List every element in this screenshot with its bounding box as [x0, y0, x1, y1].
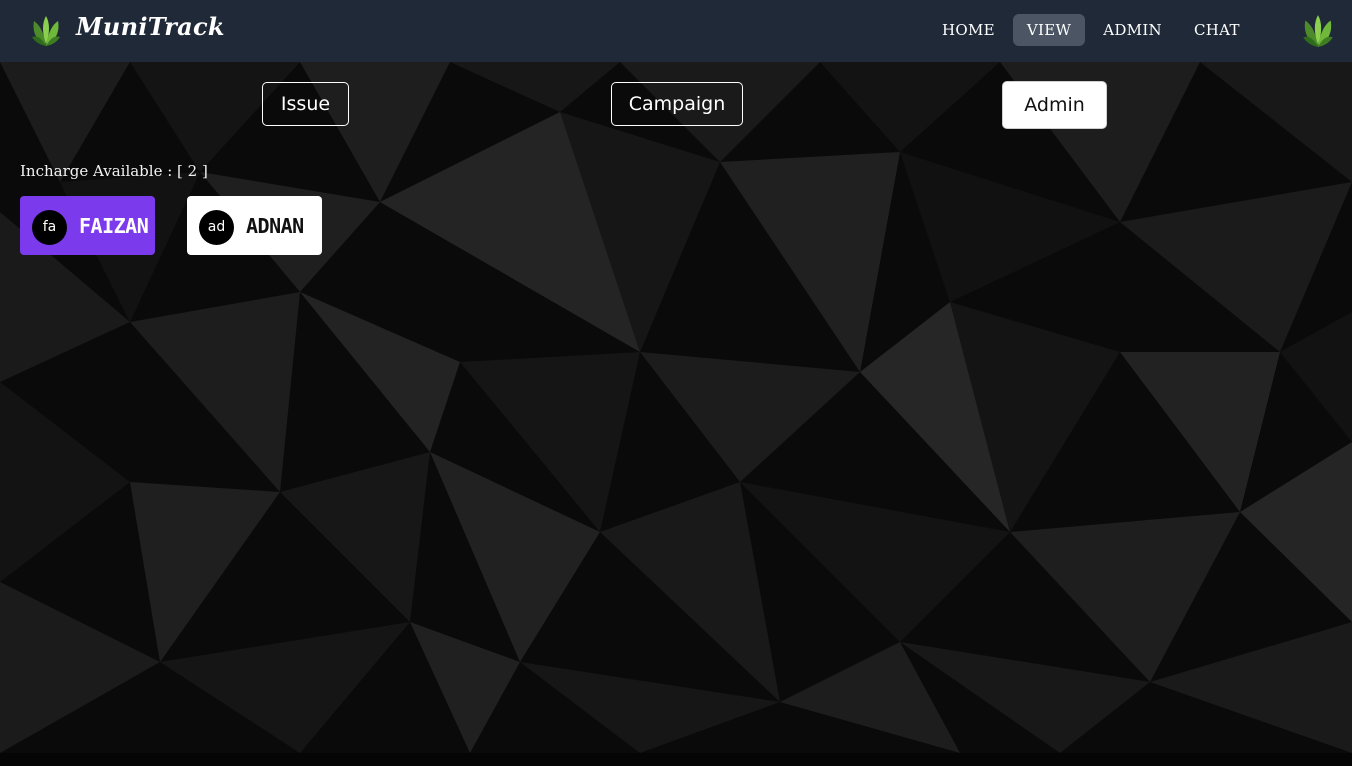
bottom-strip	[0, 753, 1352, 766]
incharge-name: FAIZAN	[79, 213, 149, 238]
admin-tab-button[interactable]: Admin	[1002, 81, 1107, 129]
avatar: ad	[199, 209, 234, 245]
campaign-tab-button[interactable]: Campaign	[611, 82, 743, 126]
profile-logo-icon[interactable]	[1299, 12, 1337, 50]
navbar: MuniTrack HOME VIEW ADMIN CHAT	[0, 0, 1352, 62]
nav-link-home[interactable]: HOME	[928, 14, 1009, 46]
page: MuniTrack HOME VIEW ADMIN CHAT Issue Cam…	[0, 0, 1352, 766]
incharge-card-adnan[interactable]: ad ADNAN	[187, 196, 322, 255]
incharge-available-label: Incharge Available : [ 2 ]	[20, 162, 208, 180]
nav-link-view[interactable]: VIEW	[1012, 14, 1086, 46]
incharge-card-faizan[interactable]: fa FAIZAN	[20, 196, 155, 255]
nav-link-chat[interactable]: CHAT	[1180, 14, 1254, 46]
brand-name[interactable]: MuniTrack	[76, 12, 225, 41]
nav-links: HOME VIEW ADMIN CHAT	[928, 14, 1258, 46]
incharge-name: ADNAN	[246, 213, 304, 238]
avatar: fa	[32, 209, 67, 245]
leaf-logo-icon[interactable]	[28, 13, 64, 49]
nav-link-admin[interactable]: ADMIN	[1089, 14, 1176, 46]
issue-tab-button[interactable]: Issue	[262, 82, 349, 126]
